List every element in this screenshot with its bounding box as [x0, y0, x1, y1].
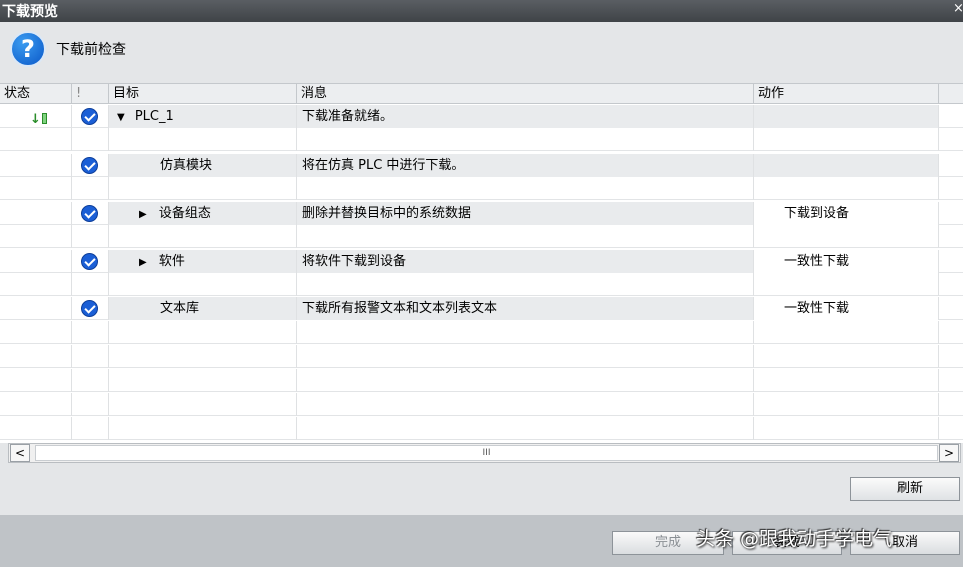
dialog-header: ? 下载前检查: [0, 22, 963, 80]
status-cell: ↓: [0, 105, 72, 128]
table-row[interactable]: ↓ ▼ PLC_1 下载准备就绪。: [0, 105, 963, 128]
close-icon[interactable]: ×: [953, 1, 963, 16]
scroll-thumb[interactable]: III: [35, 445, 938, 461]
action-select[interactable]: 下载到设备: [754, 202, 939, 225]
action-cell: [754, 105, 939, 128]
check-icon: [81, 157, 98, 174]
table-row: [0, 128, 963, 151]
column-header-alert[interactable]: !: [72, 84, 109, 104]
check-cell: [72, 154, 109, 177]
message-cell: 删除并替换目标中的系统数据: [297, 202, 754, 225]
table-row: [0, 225, 963, 248]
table-header: 状态 ! 目标 消息 动作: [0, 84, 963, 104]
window-title: 下载预览: [2, 4, 58, 20]
target-cell: 文本库: [109, 297, 297, 320]
question-icon: ?: [10, 31, 46, 67]
table-row: [0, 369, 963, 392]
check-cell: [72, 250, 109, 273]
column-header-target[interactable]: 目标: [109, 84, 297, 104]
check-icon: [81, 253, 98, 270]
target-label: PLC_1: [134, 109, 174, 124]
action-select[interactable]: 一致性下载: [754, 250, 939, 273]
target-cell: ▶ 软件: [109, 250, 297, 273]
action-select[interactable]: 一致性下载: [754, 297, 939, 320]
table-row: [0, 177, 963, 200]
table-row[interactable]: ▶ 设备组态 删除并替换目标中的系统数据 下载到设备: [0, 202, 963, 225]
collapse-arrow-icon[interactable]: ▼: [117, 106, 125, 128]
action-cell: [754, 154, 939, 177]
message-cell: 将在仿真 PLC 中进行下载。: [297, 154, 754, 177]
target-label: 设备组态: [158, 206, 211, 221]
table-row: [0, 393, 963, 416]
table-row: [0, 321, 963, 344]
table-row: [0, 345, 963, 368]
table-row: [0, 417, 963, 440]
column-header-status[interactable]: 状态: [0, 84, 72, 104]
download-table: 状态 ! 目标 消息 动作 ↓ ▼ PLC_1 下载准备就绪。 仿真模块 将在仿…: [0, 83, 963, 443]
check-cell: [72, 297, 109, 320]
expand-arrow-icon[interactable]: ▶: [139, 203, 147, 225]
download-status-icon: ↓: [30, 108, 47, 128]
target-label: 软件: [158, 254, 185, 269]
scroll-right-icon[interactable]: >: [939, 444, 959, 462]
check-icon: [81, 205, 98, 222]
message-cell: 下载准备就绪。: [297, 105, 754, 128]
column-header-action[interactable]: 动作: [754, 84, 939, 104]
scroll-left-icon[interactable]: <: [10, 444, 30, 462]
horizontal-scrollbar[interactable]: < III >: [8, 443, 961, 463]
target-cell: 仿真模块: [109, 154, 297, 177]
title-bar: 下载预览 ×: [0, 0, 963, 22]
message-cell: 下载所有报警文本和文本列表文本: [297, 297, 754, 320]
check-icon: [81, 300, 98, 317]
column-header-message[interactable]: 消息: [297, 84, 754, 104]
check-cell: [72, 105, 109, 128]
target-cell: ▼ PLC_1: [109, 105, 297, 128]
table-row[interactable]: ▶ 软件 将软件下载到设备 一致性下载: [0, 250, 963, 273]
message-cell: 将软件下载到设备: [297, 250, 754, 273]
expand-arrow-icon[interactable]: ▶: [139, 251, 147, 273]
table-row[interactable]: 仿真模块 将在仿真 PLC 中进行下载。: [0, 154, 963, 177]
check-cell: [72, 202, 109, 225]
check-icon: [81, 108, 98, 125]
refresh-button[interactable]: 刷新: [850, 477, 960, 501]
table-row: [0, 273, 963, 296]
page-title: 下载前检查: [56, 42, 126, 58]
table-row[interactable]: 文本库 下载所有报警文本和文本列表文本 一致性下载: [0, 297, 963, 320]
watermark: 头条 @跟我动手学电气: [696, 528, 893, 550]
target-cell: ▶ 设备组态: [109, 202, 297, 225]
